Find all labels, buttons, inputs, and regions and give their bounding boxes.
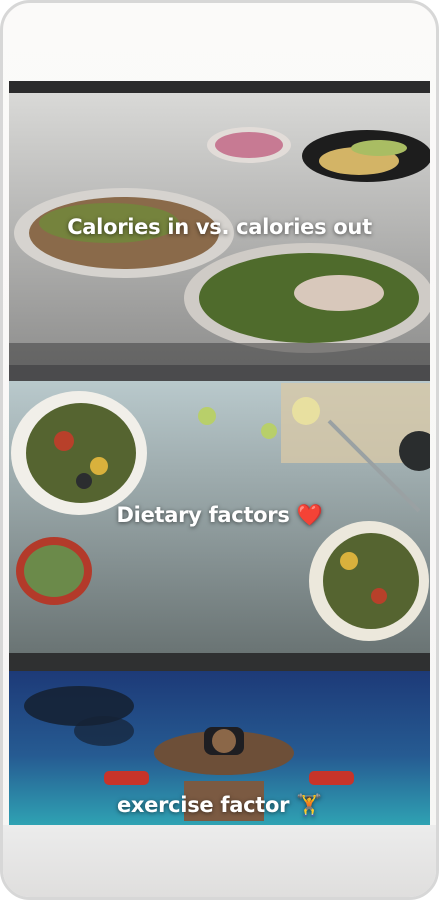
card-calories[interactable]: Calories in vs. calories out [9,93,430,365]
card-title: Dietary factors ❤️ [9,503,430,528]
card-dietary-factors[interactable]: Dietary factors ❤️ [9,381,430,653]
video-bottom-area [3,825,436,897]
card-title: Calories in vs. calories out [9,215,430,239]
card-exercise-factor[interactable]: exercise factor 🏋️ [9,671,430,825]
weightlifter-icon: 🏋️ [296,793,323,817]
heart-icon: ❤️ [296,503,323,527]
video-top-bar [9,81,430,93]
card-title-text: Calories in vs. calories out [67,215,372,239]
card-separator [9,365,430,381]
phone-frame: Calories in vs. calories out Dietary fac… [0,0,439,900]
card-title-text: exercise factor [116,793,290,817]
card-title-text: Dietary factors [116,503,290,527]
card-separator [9,653,430,671]
card-title: exercise factor 🏋️ [9,793,430,818]
